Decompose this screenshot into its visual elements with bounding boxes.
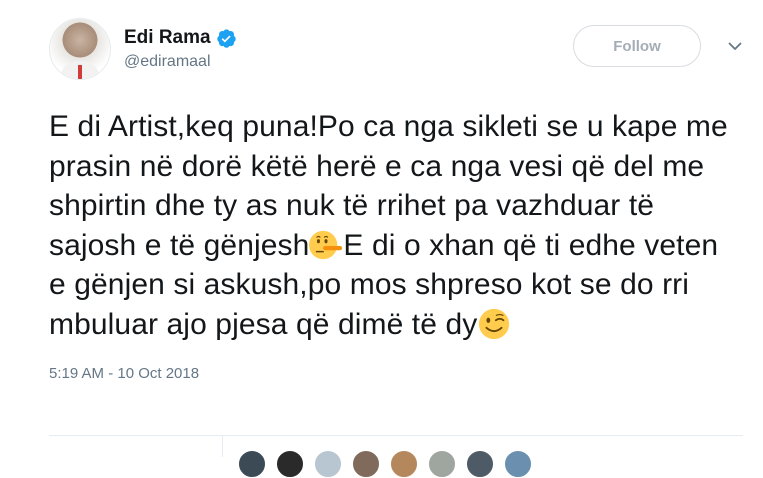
liker-avatar[interactable] (276, 450, 304, 478)
liker-avatars (238, 450, 542, 478)
lying-face-emoji-icon (309, 230, 343, 259)
tweet-card: Edi Rama @ediramaal Follow E di Artist,k… (0, 0, 763, 457)
verified-badge-icon (216, 28, 236, 48)
liker-avatar[interactable] (428, 450, 456, 478)
tweet-divider (49, 435, 743, 436)
liker-avatar[interactable] (390, 450, 418, 478)
winking-face-emoji-icon (479, 308, 510, 339)
author-info: Edi Rama @ediramaal (124, 27, 237, 71)
chevron-down-icon[interactable] (727, 38, 743, 54)
display-name[interactable]: Edi Rama (124, 27, 211, 49)
tweet-text: E di Artist,keq puna!Po ca nga sikleti s… (49, 107, 739, 344)
stats-divider (222, 436, 223, 457)
tweet-header: Edi Rama @ediramaal Follow (49, 18, 743, 80)
tweet-timestamp[interactable]: 5:19 AM - 10 Oct 2018 (49, 365, 743, 382)
liker-avatar[interactable] (466, 450, 494, 478)
liker-avatar[interactable] (314, 450, 342, 478)
follow-button[interactable]: Follow (573, 25, 701, 67)
liker-avatar[interactable] (504, 450, 532, 478)
avatar-tie (78, 65, 82, 79)
liker-avatar[interactable] (238, 450, 266, 478)
name-row: Edi Rama (124, 27, 237, 49)
liker-avatar[interactable] (352, 450, 380, 478)
avatar[interactable] (49, 18, 111, 80)
handle[interactable]: @ediramaal (124, 53, 237, 71)
